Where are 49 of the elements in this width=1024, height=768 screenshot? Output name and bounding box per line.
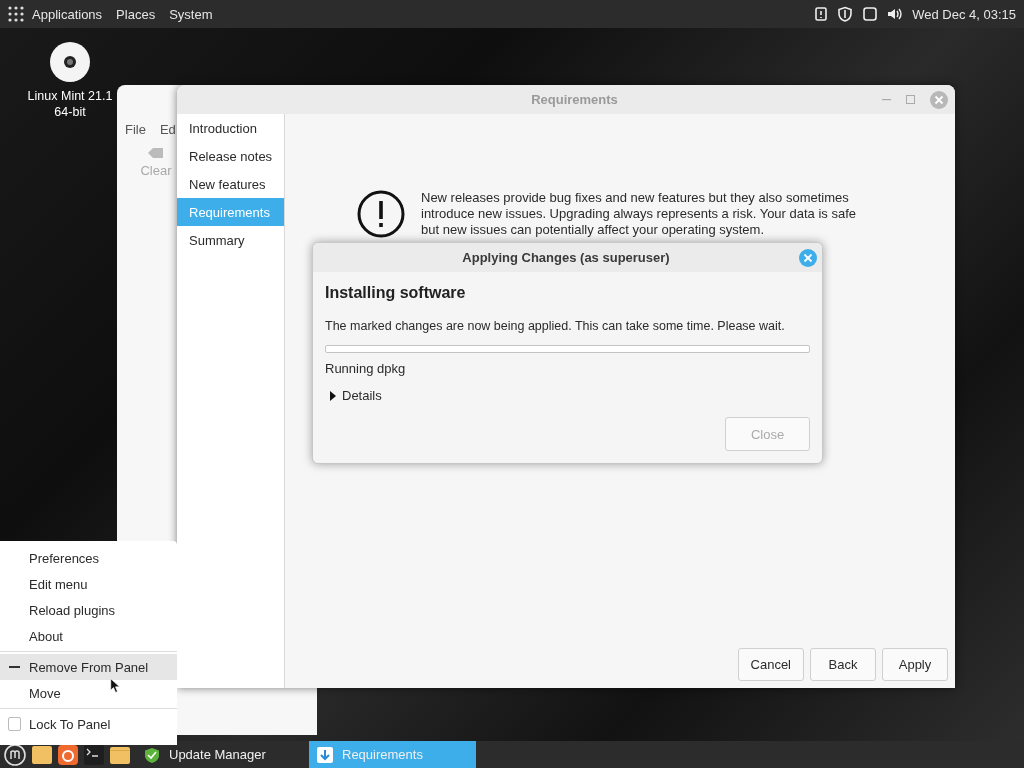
desktop-icon-label[interactable]: Linux Mint 21.1 <box>27 88 113 104</box>
dialog-title: Applying Changes (as superuser) <box>461 250 671 265</box>
volume-icon <box>887 6 904 22</box>
details-expander[interactable]: Details <box>325 388 382 403</box>
collapsed-triangle-icon <box>329 390 337 401</box>
panel-menu[interactable]: Applications <box>32 6 103 22</box>
menu-item[interactable]: File <box>125 122 146 137</box>
menu-item[interactable]: Remove From Panel <box>0 654 177 680</box>
folder-icon <box>32 744 52 765</box>
disc-icon <box>50 42 90 82</box>
close-icon <box>930 90 948 109</box>
menu-item[interactable]: Lock To Panel <box>0 711 177 737</box>
close-icon <box>799 248 817 267</box>
warning-message: New releases provide bug fixes and new features but they also sometimes introduce new issues. Upgrading always represents a risk. Your data is safe but new issues can potentially affect your operating system. <box>421 190 857 238</box>
menu-item[interactable]: Preferences <box>0 545 177 571</box>
sidebar-item[interactable]: Introduction <box>177 114 284 142</box>
clipboard-icon <box>814 6 829 22</box>
shield-icon <box>837 6 854 22</box>
backspace-icon <box>148 147 164 159</box>
menu-item[interactable]: Ed <box>159 122 176 137</box>
panel-menu[interactable]: System <box>169 6 213 22</box>
taskbar-button[interactable]: Update Manager <box>136 741 303 768</box>
network-icon <box>862 6 879 22</box>
menu-item[interactable]: About <box>0 623 177 649</box>
sidebar-item[interactable]: Summary <box>177 226 284 254</box>
warning-icon <box>357 190 405 238</box>
dialog-button[interactable]: Back <box>810 648 876 681</box>
status-text: Running dpkg <box>325 361 407 376</box>
menu-item[interactable]: Edit menu <box>0 571 177 597</box>
folder-icon <box>110 744 130 765</box>
terminal-icon <box>84 744 104 765</box>
apps-grid-icon <box>8 6 24 22</box>
minimize-icon <box>882 98 891 101</box>
dialog-button[interactable]: Apply <box>882 648 948 681</box>
checkbox[interactable] <box>8 717 21 731</box>
mint-logo-icon <box>4 743 26 766</box>
clock[interactable]: Wed Dec 4, 03:15 <box>912 6 1016 22</box>
window-title: Requirements <box>530 92 619 107</box>
maximize-icon <box>905 94 916 105</box>
download-icon <box>317 746 333 763</box>
menu-item[interactable]: Reload plugins <box>0 597 177 623</box>
mouse-cursor-icon <box>110 678 121 693</box>
dialog-heading: Installing software <box>325 284 467 302</box>
desktop-icon-label[interactable]: 64-bit <box>54 104 86 120</box>
dialog-button[interactable]: Cancel <box>737 648 804 681</box>
dialog-message: The marked changes are now being applied. This can take some time. Please wait. <box>325 319 786 333</box>
panel-menu[interactable]: Places <box>116 6 156 22</box>
menu-item[interactable]: Move <box>0 680 177 706</box>
shield-icon <box>144 746 160 763</box>
